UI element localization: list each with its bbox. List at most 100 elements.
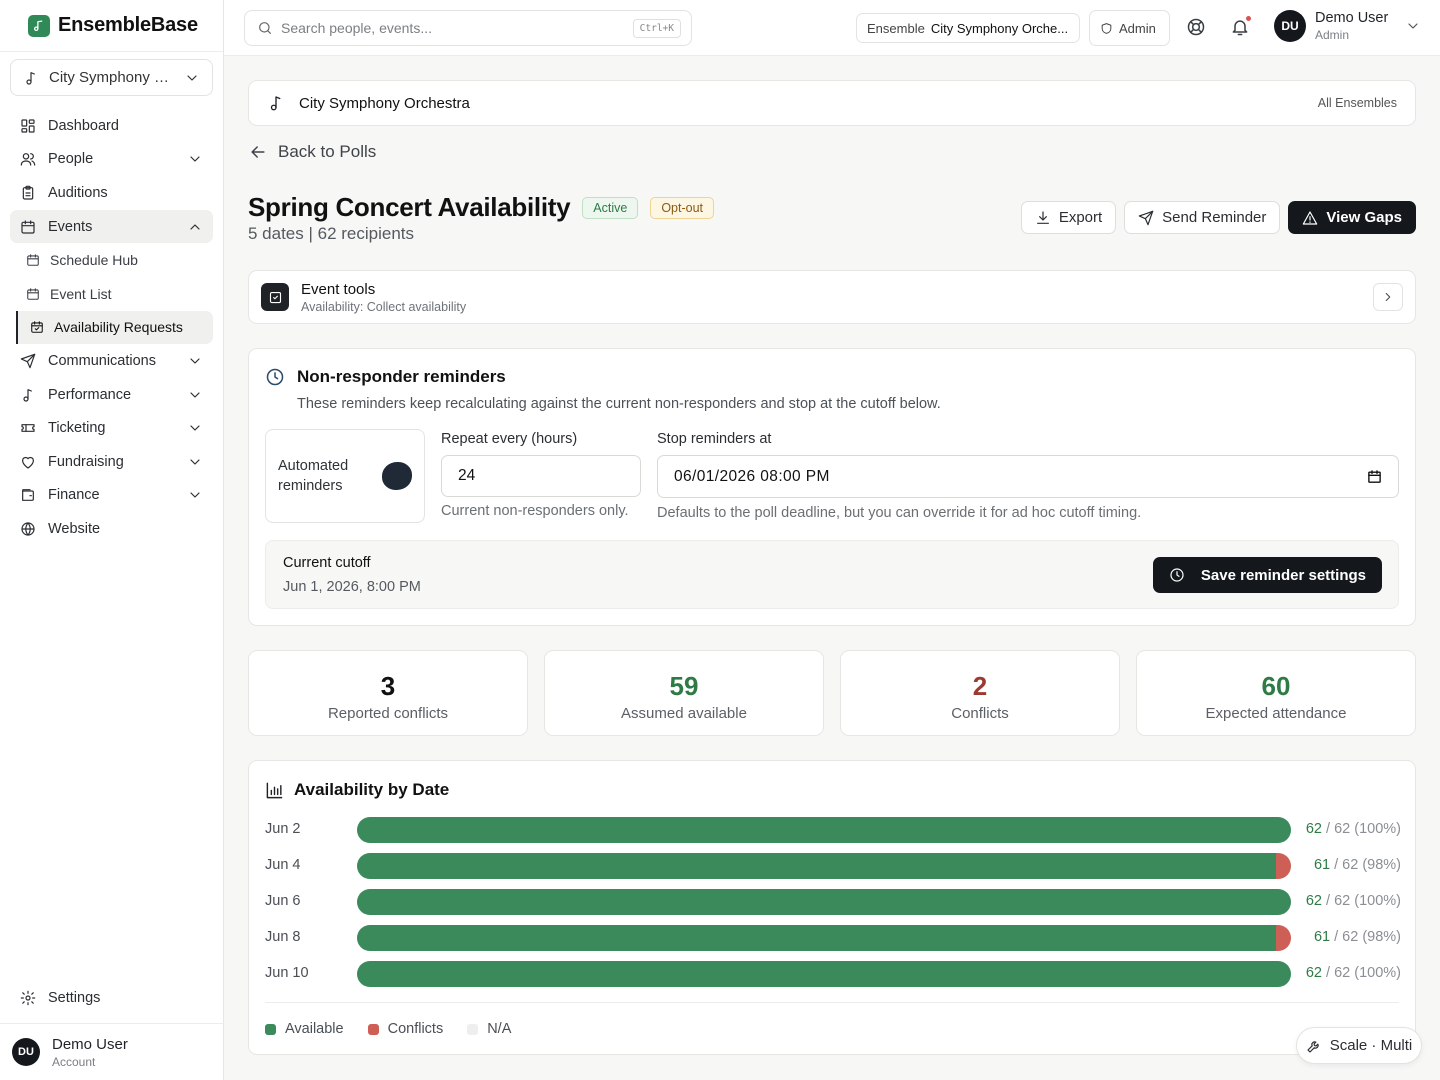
gear-icon bbox=[20, 990, 36, 1006]
reminders-description: These reminders keep recalculating again… bbox=[297, 396, 941, 412]
sidebar-item-schedule-hub[interactable]: Schedule Hub bbox=[10, 243, 213, 277]
user-role: Admin bbox=[1315, 28, 1350, 42]
sidebar-item-settings[interactable]: Settings bbox=[10, 981, 213, 1015]
stop-hint: Defaults to the poll deadline, but you c… bbox=[657, 505, 1142, 521]
poll-header: Spring Concert Availability Active Opt-o… bbox=[248, 192, 714, 223]
ensemble-switcher[interactable]: Ensemble City Symphony Orche... bbox=[856, 13, 1080, 43]
automated-reminders-toggle-box: Automated reminders bbox=[265, 429, 425, 523]
chevron-down-icon bbox=[190, 425, 200, 431]
stat-label: Expected attendance bbox=[1205, 705, 1347, 722]
bar-available-segment bbox=[357, 853, 1276, 879]
sidebar-item-ticketing[interactable]: Ticketing bbox=[10, 411, 213, 445]
help-button[interactable] bbox=[1186, 17, 1206, 37]
sidebar-item-label: Auditions bbox=[48, 184, 108, 201]
stat-expected-attendance: 60 Expected attendance bbox=[1136, 650, 1416, 736]
stop-label: Stop reminders at bbox=[657, 431, 772, 447]
current-cutoff-label: Current cutoff bbox=[283, 555, 371, 571]
sidebar-item-auditions[interactable]: Auditions bbox=[10, 176, 213, 210]
bar-date-label: Jun 4 bbox=[265, 857, 301, 873]
ensemble-select-value: City Symphony O... bbox=[49, 69, 174, 86]
legend-label: Available bbox=[285, 1021, 344, 1037]
all-ensembles-link[interactable]: All Ensembles bbox=[1318, 96, 1397, 110]
sidebar-item-fundraising[interactable]: Fundraising bbox=[10, 445, 213, 479]
search-shortcut: Ctrl+K bbox=[632, 18, 681, 38]
notifications-button[interactable] bbox=[1230, 15, 1252, 37]
bar-track bbox=[357, 853, 1291, 879]
chevron-down-icon bbox=[1408, 23, 1418, 29]
check-square-icon bbox=[269, 291, 281, 303]
wrench-icon bbox=[1307, 1040, 1319, 1053]
clock-icon bbox=[1170, 568, 1184, 582]
event-tools-subtitle: Availability: Collect availability bbox=[301, 299, 467, 314]
bar-track bbox=[357, 817, 1291, 843]
wallet-icon bbox=[22, 489, 34, 502]
sidebar-item-event-list[interactable]: Event List bbox=[10, 277, 213, 311]
calendar-icon bbox=[27, 254, 39, 266]
export-label: Export bbox=[1058, 209, 1103, 226]
search-input[interactable] bbox=[281, 20, 625, 36]
chevron-down-icon bbox=[190, 358, 200, 364]
current-cutoff-value: Jun 1, 2026, 8:00 PM bbox=[283, 579, 421, 595]
chart-title: Availability by Date bbox=[294, 780, 450, 799]
account-menu[interactable]: DU Demo User Account bbox=[0, 1023, 224, 1080]
sidebar-item-website[interactable]: Website bbox=[10, 512, 213, 546]
send-reminder-label: Send Reminder bbox=[1162, 209, 1267, 226]
stat-label: Assumed available bbox=[621, 705, 747, 722]
scale-mode-button[interactable]: Scale · Multi bbox=[1296, 1027, 1422, 1064]
automated-reminders-toggle[interactable] bbox=[382, 462, 412, 490]
save-reminder-settings-button[interactable]: Save reminder settings bbox=[1152, 557, 1382, 593]
sidebar-item-label: People bbox=[48, 151, 94, 168]
checkbox-icon bbox=[261, 283, 289, 311]
legend-label: Conflicts bbox=[387, 1021, 444, 1037]
event-tools-expand-button[interactable] bbox=[1373, 283, 1403, 311]
repeat-hours-input[interactable]: 24 bbox=[441, 455, 641, 497]
bar-row: Jun 6 62 / 62 (100%) bbox=[249, 889, 1417, 915]
view-gaps-button[interactable]: View Gaps bbox=[1288, 201, 1416, 234]
availability-bars: Jun 2 62 / 62 (100%) Jun 4 61 / 62 (98%) Jun… bbox=[249, 817, 1417, 997]
bar-chart-icon bbox=[266, 782, 283, 798]
user-menu[interactable]: DU Demo User Admin bbox=[1274, 10, 1421, 42]
sidebar-item-dashboard[interactable]: Dashboard bbox=[10, 109, 213, 143]
sidebar-item-communications[interactable]: Communications bbox=[10, 344, 213, 378]
shield-icon bbox=[1101, 22, 1112, 34]
sidebar-item-availability-requests[interactable]: Availability Requests bbox=[16, 310, 213, 345]
brand[interactable]: EnsembleBase bbox=[0, 0, 223, 52]
send-reminder-button[interactable]: Send Reminder bbox=[1124, 201, 1281, 234]
back-to-polls-link[interactable]: Back to Polls bbox=[248, 142, 376, 162]
search-icon bbox=[259, 22, 271, 34]
heart-icon bbox=[22, 456, 34, 469]
bar-conflict-segment bbox=[1275, 925, 1291, 951]
event-tools-card[interactable]: Event tools Availability: Collect availa… bbox=[248, 270, 1416, 324]
legend-label: N/A bbox=[487, 1021, 512, 1037]
bar-row: Jun 2 62 / 62 (100%) bbox=[249, 817, 1417, 843]
sidebar-item-performance[interactable]: Performance bbox=[10, 378, 213, 412]
ensemble-select[interactable]: City Symphony O... bbox=[10, 59, 213, 96]
warning-icon bbox=[1303, 210, 1318, 225]
users-icon bbox=[20, 153, 36, 166]
account-name: Demo User bbox=[52, 1035, 128, 1053]
search-box[interactable]: Ctrl+K bbox=[244, 10, 692, 46]
ensemble-switcher-label: Ensemble bbox=[867, 20, 925, 36]
stat-value: 2 bbox=[972, 671, 988, 701]
stop-reminders-datetime-input[interactable]: 06/01/2026 08:00 PM bbox=[657, 455, 1399, 498]
ensemble-breadcrumb: City Symphony Orchestra All Ensembles bbox=[248, 80, 1416, 126]
page-title: Spring Concert Availability bbox=[248, 192, 571, 222]
sidebar-item-label: Availability Requests bbox=[54, 319, 183, 336]
current-cutoff-panel: Current cutoff Jun 1, 2026, 8:00 PM Save… bbox=[265, 540, 1399, 609]
user-name: Demo User bbox=[1315, 10, 1389, 26]
stat-value: 3 bbox=[380, 671, 396, 701]
sidebar-item-finance[interactable]: Finance bbox=[10, 479, 213, 513]
legend-item-na: N/A bbox=[467, 1021, 511, 1037]
avatar: DU bbox=[1274, 10, 1306, 42]
topbar: Ctrl+K Ensemble City Symphony Orche... A… bbox=[224, 0, 1440, 56]
brand-name: EnsembleBase bbox=[58, 14, 198, 36]
calendar-icon[interactable] bbox=[1367, 469, 1382, 484]
legend-divider bbox=[265, 1002, 1399, 1003]
export-button[interactable]: Export bbox=[1020, 201, 1117, 234]
sidebar-item-events[interactable]: Events bbox=[10, 209, 213, 244]
admin-button[interactable]: Admin bbox=[1089, 10, 1170, 46]
bar-row: Jun 10 62 / 62 (100%) bbox=[249, 961, 1417, 987]
chevron-down-icon bbox=[190, 391, 200, 398]
chevron-right-icon bbox=[1385, 292, 1391, 302]
sidebar-item-people[interactable]: People bbox=[10, 143, 213, 177]
